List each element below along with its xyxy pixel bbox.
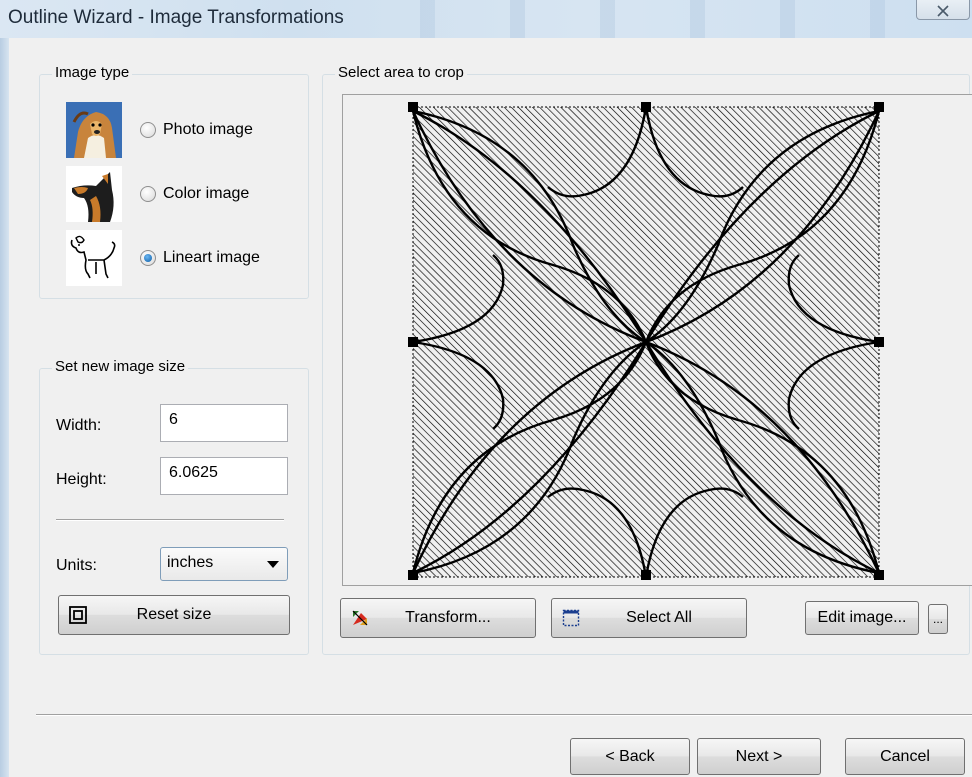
photo-image-label: Photo image xyxy=(163,121,253,138)
size-divider xyxy=(56,519,284,521)
edit-image-button[interactable]: Edit image... xyxy=(805,601,919,635)
collie-photo-icon xyxy=(66,102,122,158)
option-color-image[interactable]: Color image xyxy=(66,166,249,222)
window-border xyxy=(0,38,9,777)
image-size-group: Set new image size Width: 6 Height: 6.06… xyxy=(39,358,309,655)
dialog-content: Image type Photo image Color image Linea… xyxy=(9,38,972,777)
chevron-down-icon xyxy=(267,561,279,568)
height-label: Height: xyxy=(56,471,107,488)
transform-button[interactable]: Transform... xyxy=(340,598,536,638)
footer-divider xyxy=(36,714,972,716)
image-size-legend: Set new image size xyxy=(52,358,189,375)
reset-size-label: Reset size xyxy=(136,606,212,623)
radio-color-image[interactable] xyxy=(140,186,156,202)
reset-size-button[interactable]: Reset size xyxy=(58,595,290,635)
color-image-label: Color image xyxy=(163,185,250,202)
crop-preview-image[interactable] xyxy=(343,95,972,587)
select-all-label: Select All xyxy=(626,609,692,626)
radio-photo-image[interactable] xyxy=(140,122,156,138)
select-all-button[interactable]: Select All xyxy=(551,598,747,638)
title-bar: Outline Wizard - Image Transformations xyxy=(0,0,972,38)
height-input[interactable]: 6.0625 xyxy=(160,457,288,495)
radio-lineart-image[interactable] xyxy=(140,250,156,266)
width-input[interactable]: 6 xyxy=(160,404,288,442)
cancel-button[interactable]: Cancel xyxy=(845,738,965,775)
crop-legend: Select area to crop xyxy=(335,64,467,81)
close-icon xyxy=(937,5,949,17)
back-label: < Back xyxy=(605,747,655,765)
units-value: inches xyxy=(167,554,214,571)
transform-icon xyxy=(352,610,368,626)
option-photo-image[interactable]: Photo image xyxy=(66,102,253,158)
lineart-image-label: Lineart image xyxy=(163,249,260,266)
transform-label: Transform... xyxy=(405,609,491,626)
more-options-label: ... xyxy=(932,612,943,626)
dog-color-icon xyxy=(66,166,122,222)
image-type-legend: Image type xyxy=(52,64,133,81)
units-label: Units: xyxy=(56,557,97,574)
next-label: Next > xyxy=(735,747,783,765)
back-button[interactable]: < Back xyxy=(570,738,690,775)
title-bar-decoration xyxy=(380,0,902,38)
units-select[interactable]: inches xyxy=(160,547,288,581)
dog-lineart-icon xyxy=(66,230,122,286)
more-options-button[interactable]: ... xyxy=(928,604,948,634)
edit-image-label: Edit image... xyxy=(817,609,907,626)
option-lineart-image[interactable]: Lineart image xyxy=(66,230,260,286)
select-all-icon xyxy=(562,609,580,627)
next-button[interactable]: Next > xyxy=(697,738,821,775)
cancel-label: Cancel xyxy=(880,747,930,765)
close-button[interactable] xyxy=(916,0,970,20)
window-title: Outline Wizard - Image Transformations xyxy=(8,7,344,28)
width-label: Width: xyxy=(56,417,102,434)
crop-canvas[interactable] xyxy=(342,94,972,586)
reset-size-icon xyxy=(69,606,87,624)
image-type-group: Image type Photo image Color image Linea… xyxy=(39,64,309,299)
